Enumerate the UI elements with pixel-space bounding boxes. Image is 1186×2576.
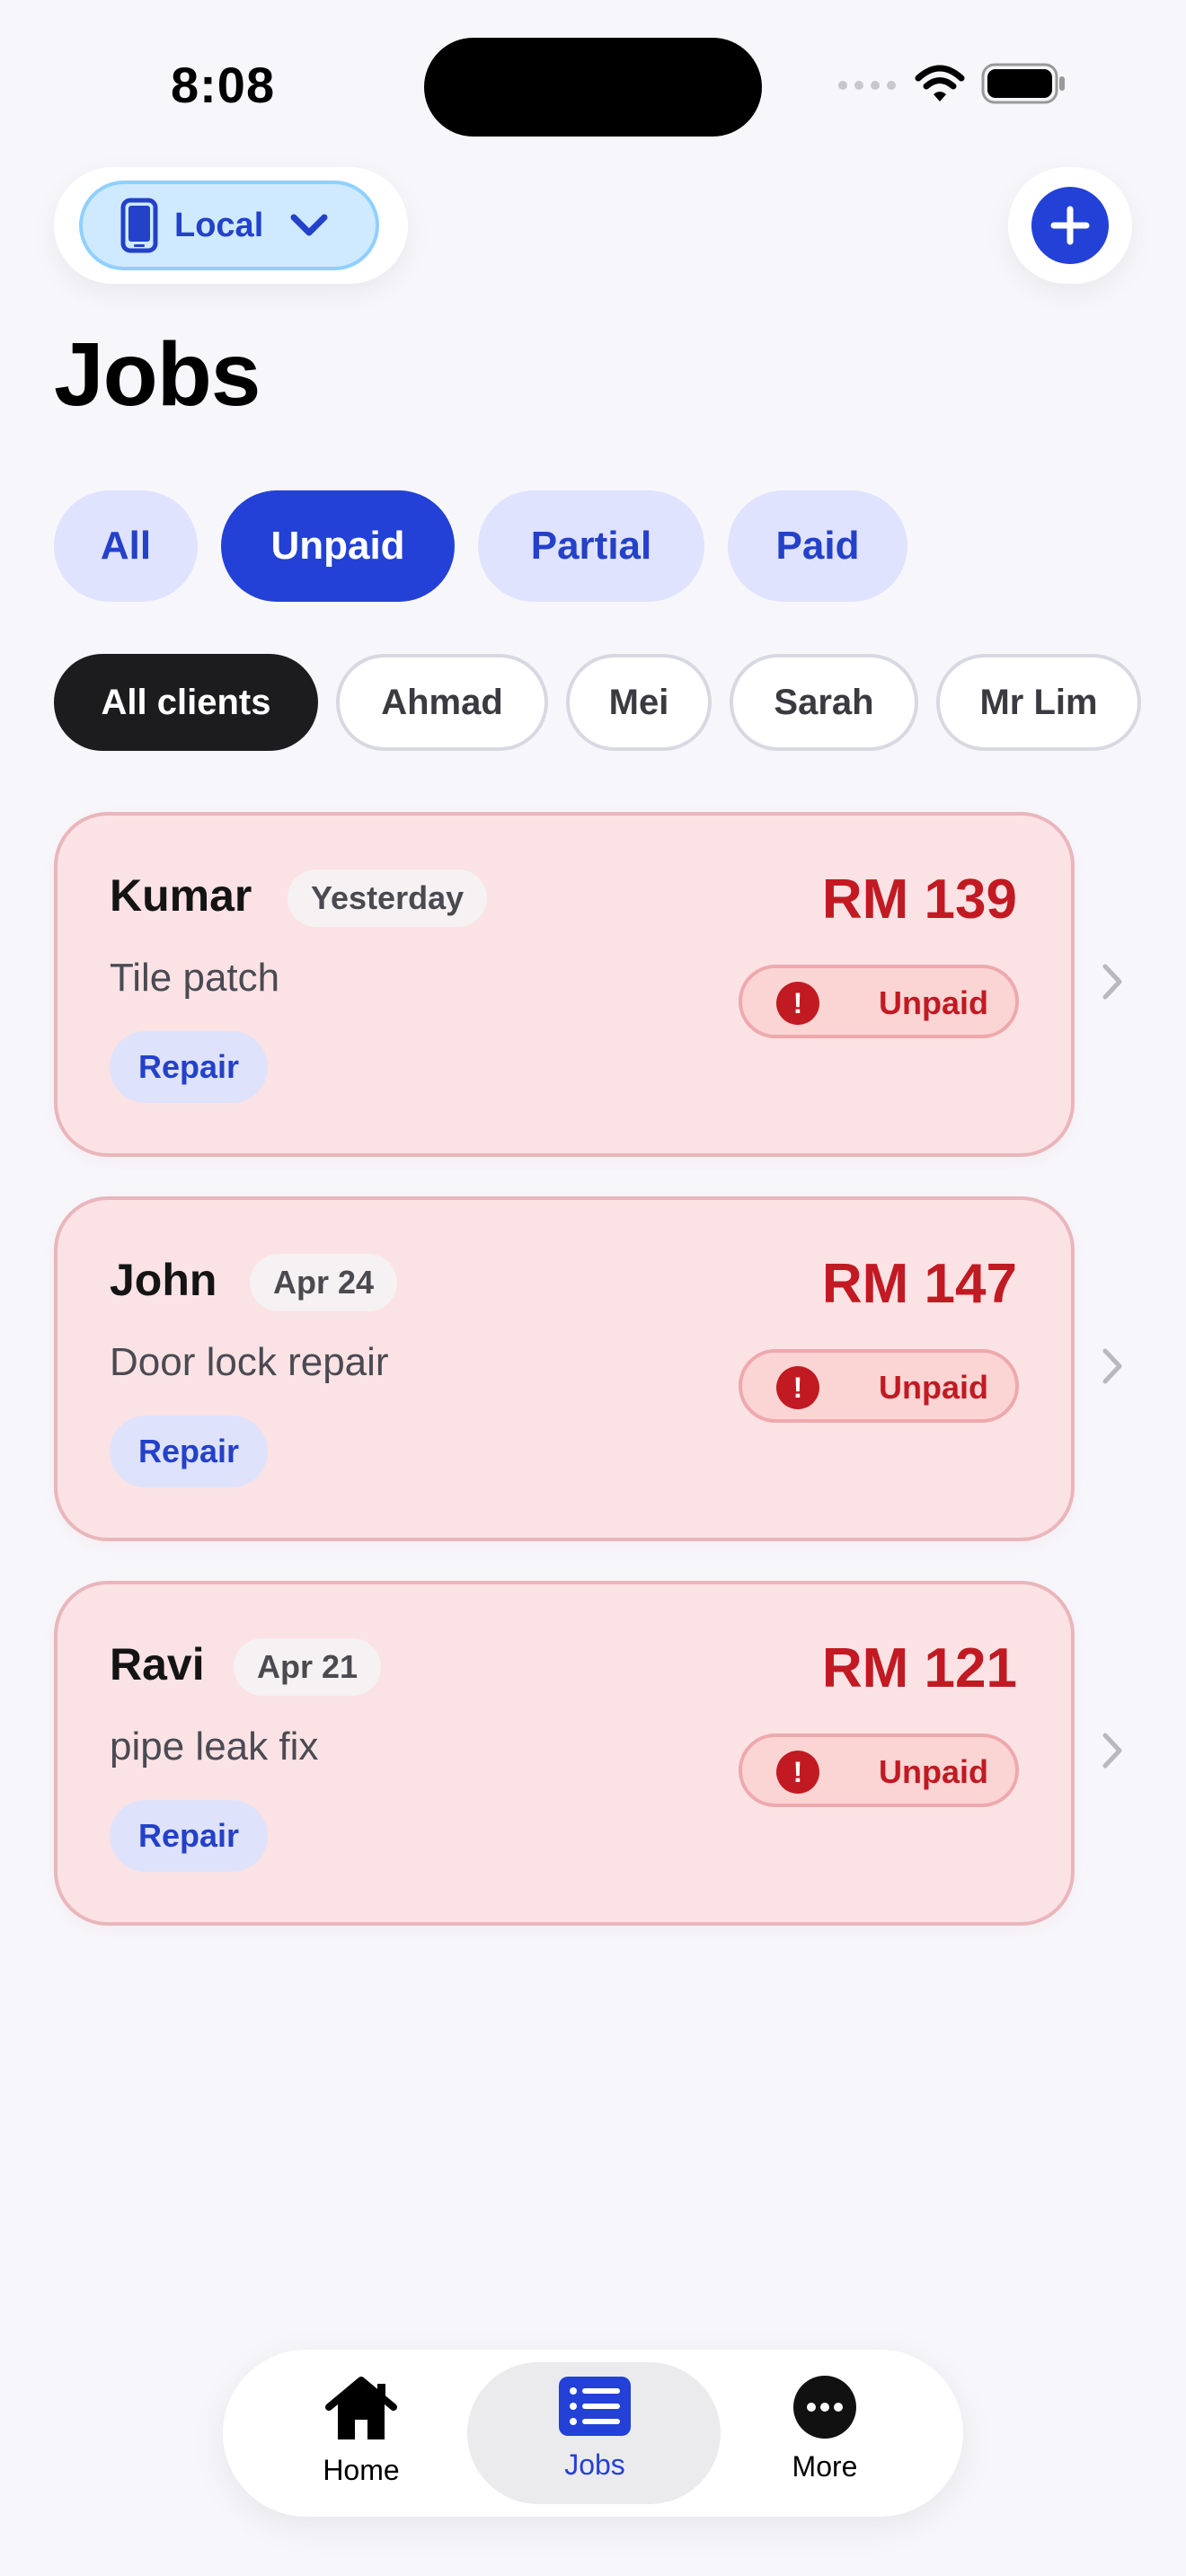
tab-bar: Home Jobs More bbox=[223, 2350, 963, 2517]
chevron-right-icon bbox=[1102, 1733, 1122, 1769]
job-category-tag: Repair bbox=[110, 1416, 268, 1487]
add-job-button[interactable] bbox=[1031, 187, 1109, 264]
filter-partial[interactable]: Partial bbox=[478, 490, 704, 602]
ellipsis-icon bbox=[793, 2376, 856, 2439]
data-source-container: Local bbox=[54, 167, 408, 284]
battery-icon bbox=[981, 63, 1065, 104]
tab-home[interactable]: Home bbox=[253, 2375, 469, 2487]
job-category-tag: Repair bbox=[110, 1031, 268, 1103]
phone-icon bbox=[120, 198, 158, 253]
page-title: Jobs bbox=[54, 324, 261, 425]
tab-label: Home bbox=[323, 2454, 400, 2486]
plus-icon bbox=[1050, 206, 1090, 245]
job-amount: RM 139 bbox=[821, 869, 1017, 931]
payment-status-label: Unpaid bbox=[879, 1753, 988, 1790]
data-source-picker[interactable]: Local bbox=[79, 181, 379, 270]
job-description: pipe leak fix bbox=[110, 1725, 319, 1769]
status-icons bbox=[836, 63, 1067, 104]
job-amount: RM 147 bbox=[821, 1253, 1017, 1315]
wifi-icon bbox=[915, 65, 965, 101]
data-source-label: Local bbox=[174, 206, 264, 244]
job-card[interactable]: John Apr 24 Door lock repair Repair RM 1… bbox=[54, 1196, 1075, 1541]
chevron-right-icon bbox=[1102, 1348, 1122, 1384]
status-time: 8:08 bbox=[171, 57, 276, 113]
job-date-badge: Yesterday bbox=[288, 869, 488, 927]
chevron-right-icon bbox=[1102, 964, 1122, 1000]
tab-label: More bbox=[792, 2450, 858, 2483]
tab-jobs[interactable]: Jobs bbox=[487, 2375, 703, 2482]
exclamation-icon: ! bbox=[776, 982, 819, 1025]
tab-label: Jobs bbox=[564, 2448, 625, 2481]
job-client-name: Ravi bbox=[110, 1639, 205, 1689]
job-client-name: John bbox=[110, 1255, 217, 1305]
filter-unpaid[interactable]: Unpaid bbox=[221, 490, 455, 602]
job-client-name: Kumar bbox=[110, 870, 252, 921]
client-chip-ahmad[interactable]: Ahmad bbox=[336, 654, 548, 751]
filter-paid[interactable]: Paid bbox=[728, 490, 907, 602]
client-chip-all[interactable]: All clients bbox=[54, 654, 318, 751]
job-description: Door lock repair bbox=[110, 1340, 389, 1384]
exclamation-icon: ! bbox=[776, 1751, 819, 1794]
dynamic-island bbox=[424, 38, 762, 137]
job-card[interactable]: Ravi Apr 21 pipe leak fix Repair RM 121 … bbox=[54, 1581, 1075, 1926]
client-chip-mei[interactable]: Mei bbox=[566, 654, 712, 751]
cellular-signal-icon bbox=[838, 81, 896, 90]
job-category-tag: Repair bbox=[110, 1800, 268, 1872]
job-amount: RM 121 bbox=[821, 1637, 1017, 1699]
client-chip-sarah[interactable]: Sarah bbox=[730, 654, 918, 751]
payment-status-filter: All Unpaid Partial Paid bbox=[54, 490, 907, 602]
job-card[interactable]: Kumar Yesterday Tile patch Repair RM 139… bbox=[54, 812, 1075, 1157]
payment-status-label: Unpaid bbox=[879, 984, 988, 1021]
payment-status-label: Unpaid bbox=[879, 1369, 988, 1406]
add-job-container bbox=[1008, 167, 1132, 284]
payment-status-badge: ! Unpaid bbox=[739, 965, 1019, 1038]
filter-all[interactable]: All bbox=[54, 490, 198, 602]
job-description: Tile patch bbox=[110, 956, 280, 1000]
job-date-badge: Apr 24 bbox=[250, 1254, 398, 1311]
house-icon bbox=[325, 2377, 397, 2439]
payment-status-badge: ! Unpaid bbox=[739, 1734, 1019, 1807]
client-filter: All clients Ahmad Mei Sarah Mr Lim bbox=[54, 654, 1141, 751]
job-date-badge: Apr 21 bbox=[234, 1638, 382, 1696]
exclamation-icon: ! bbox=[776, 1366, 819, 1409]
list-icon bbox=[559, 2377, 631, 2436]
chevron-down-icon bbox=[290, 213, 328, 238]
tab-more[interactable]: More bbox=[717, 2375, 933, 2483]
payment-status-badge: ! Unpaid bbox=[739, 1349, 1019, 1423]
client-chip-mr-lim[interactable]: Mr Lim bbox=[936, 654, 1141, 751]
